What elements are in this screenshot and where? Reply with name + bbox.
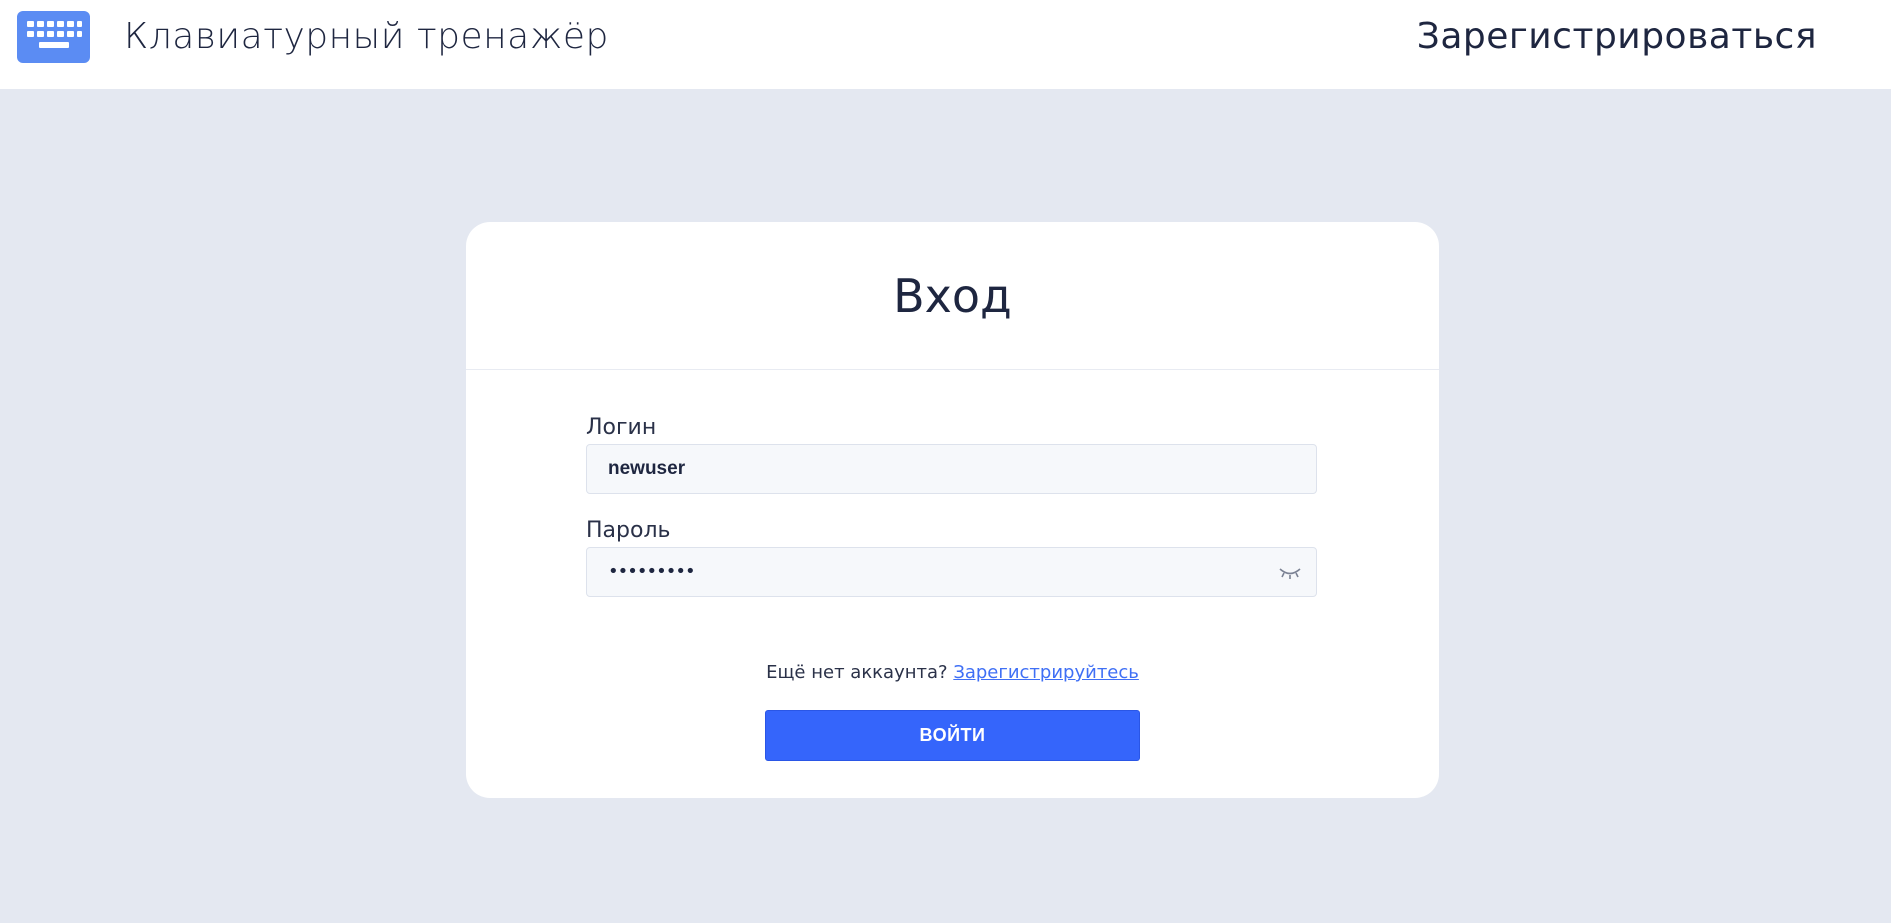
eye-closed-icon[interactable]	[1278, 562, 1302, 582]
password-value: •••••••••	[608, 561, 696, 582]
login-label: Логин	[586, 415, 657, 440]
top-header: Клавиатурный тренажёр Зарегистрироваться	[0, 0, 1891, 89]
login-card: Вход Логин Пароль ••••••••• Ещё нет акка…	[466, 222, 1439, 798]
keyboard-icon[interactable]	[17, 11, 90, 63]
signup-prompt: Ещё нет аккаунта? Зарегистрируйтесь	[466, 662, 1439, 683]
register-link[interactable]: Зарегистрироваться	[1417, 12, 1817, 62]
page-title: Вход	[466, 222, 1439, 370]
login-input[interactable]	[587, 445, 1316, 493]
password-label: Пароль	[586, 518, 671, 543]
login-field-container	[586, 444, 1317, 494]
login-button[interactable]: ВОЙТИ	[765, 710, 1140, 761]
password-field[interactable]: •••••••••	[586, 547, 1317, 597]
signup-link[interactable]: Зарегистрируйтесь	[953, 662, 1139, 683]
app-title: Клавиатурный тренажёр	[124, 16, 609, 57]
no-account-text: Ещё нет аккаунта?	[766, 662, 948, 683]
